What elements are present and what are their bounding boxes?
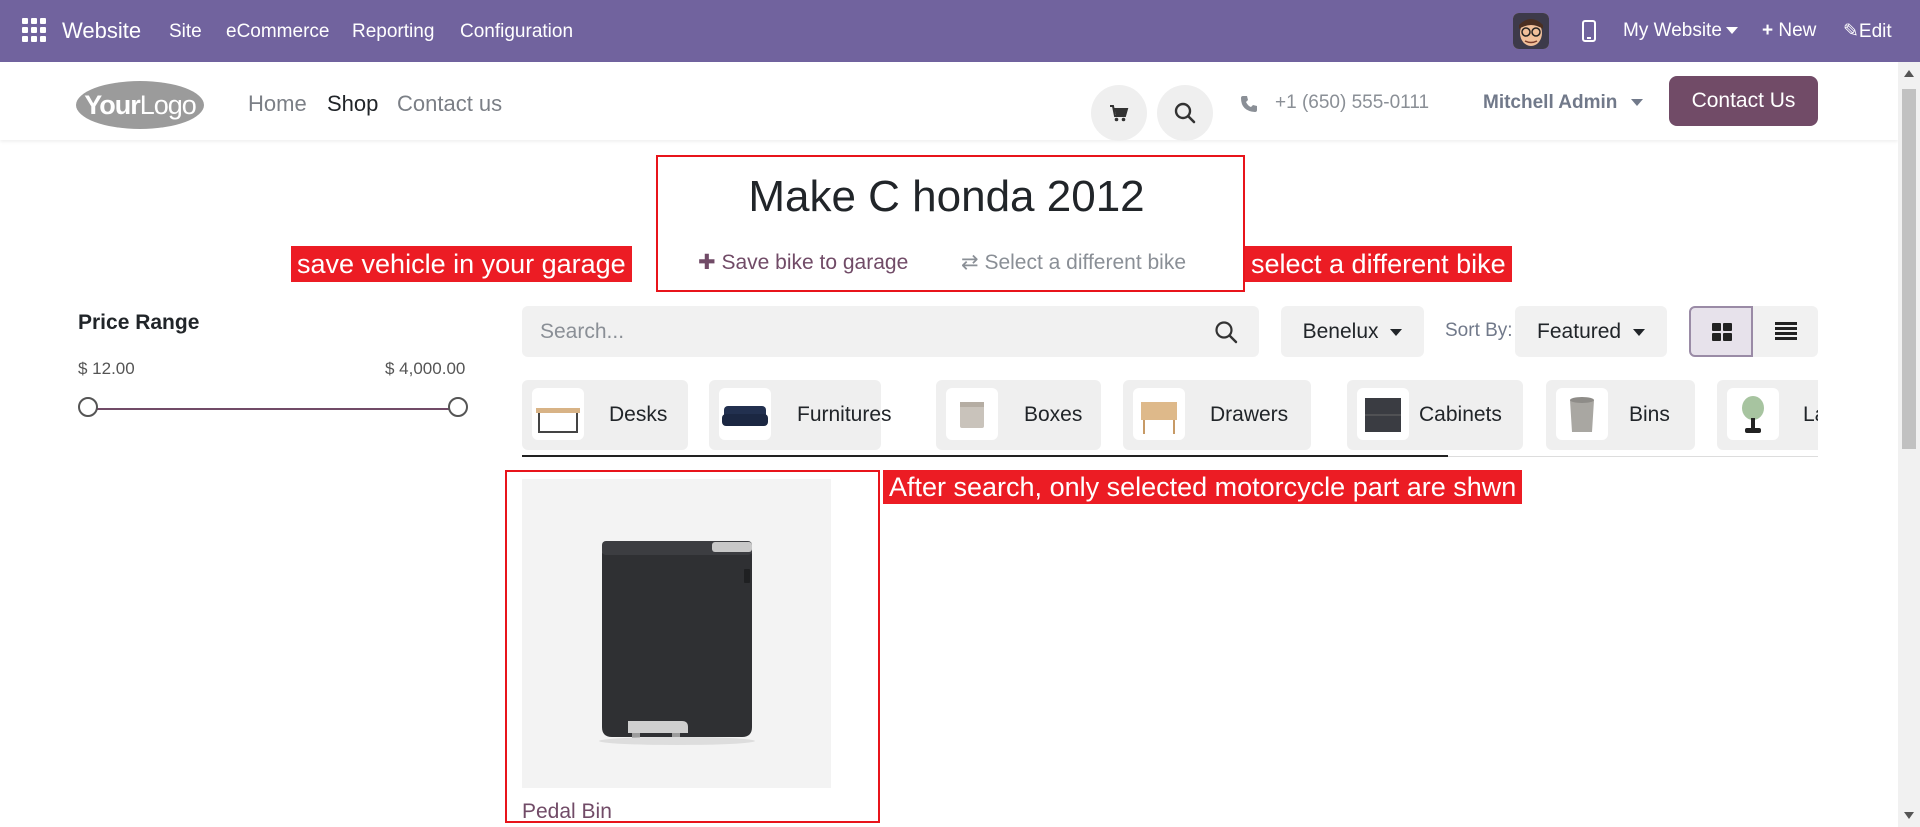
save-bike-button[interactable]: ✚ Save bike to garage: [698, 250, 908, 275]
menu-ecommerce[interactable]: eCommerce: [226, 21, 329, 43]
desk-thumbnail: [532, 388, 584, 440]
price-slider-track[interactable]: [88, 408, 458, 410]
category-label: Furnitures: [797, 403, 892, 426]
category-label: Desks: [609, 403, 668, 426]
pricelist-label: Benelux: [1302, 320, 1379, 343]
select-bike-label: Select a different bike: [984, 251, 1187, 274]
list-view-button[interactable]: [1753, 306, 1818, 357]
mobile-preview-icon[interactable]: [1582, 20, 1596, 48]
app-name[interactable]: Website: [62, 18, 141, 44]
category-cabinets[interactable]: Cabinets: [1347, 380, 1523, 450]
sort-value: Featured: [1537, 320, 1622, 343]
annotation-select: select a different bike: [1245, 246, 1512, 282]
list-icon: [1775, 322, 1797, 340]
plus-icon: +: [1762, 20, 1774, 41]
contact-us-button[interactable]: Contact Us: [1669, 76, 1818, 126]
nav-contact-us[interactable]: Contact us: [397, 91, 502, 117]
search-icon: [1174, 102, 1196, 124]
annotation-search-result: After search, only selected motorcycle p…: [883, 470, 1523, 504]
cart-button[interactable]: [1091, 85, 1147, 141]
chevron-down-icon: [1390, 328, 1403, 336]
user-menu[interactable]: Mitchell Admin: [1483, 92, 1643, 114]
category-boxes[interactable]: Boxes: [936, 380, 1101, 450]
vehicle-title: Make C honda 2012: [748, 172, 1145, 221]
site-header: YourLogo Home Shop Contact us +1 (650) 5…: [0, 62, 1898, 141]
phone-icon: [1241, 96, 1257, 112]
sort-dropdown[interactable]: Featured: [1515, 306, 1667, 357]
price-range-title: Price Range: [78, 311, 200, 334]
site-logo[interactable]: YourLogo: [76, 81, 204, 129]
bin-thumbnail: [1556, 388, 1608, 440]
category-label: Cabinets: [1419, 403, 1502, 426]
price-slider-max-handle[interactable]: [448, 397, 468, 417]
page-scrollbar[interactable]: [1898, 62, 1920, 827]
product-image-pedal-bin[interactable]: [522, 479, 831, 788]
search-toggle-button[interactable]: [1157, 85, 1213, 141]
nav-home[interactable]: Home: [248, 91, 307, 117]
chevron-down-icon: [1725, 27, 1738, 35]
category-lamps[interactable]: La: [1717, 380, 1818, 450]
user-avatar[interactable]: [1513, 13, 1549, 49]
search-input[interactable]: [538, 316, 1192, 348]
scroll-down-icon[interactable]: [1904, 812, 1914, 819]
nav-shop[interactable]: Shop: [327, 91, 378, 117]
category-label: Bins: [1629, 403, 1670, 426]
category-strip: Desks Furnitures Boxes Drawers Cabinets …: [522, 380, 1818, 456]
menu-site[interactable]: Site: [169, 21, 202, 43]
new-button[interactable]: + New: [1762, 20, 1816, 42]
lamp-thumbnail: [1727, 388, 1779, 440]
box-thumbnail: [946, 388, 998, 440]
pricelist-dropdown[interactable]: Benelux: [1281, 306, 1424, 357]
grid-icon: [1712, 323, 1732, 341]
category-label: Boxes: [1024, 403, 1083, 426]
cabinet-thumbnail: [1357, 388, 1409, 440]
chevron-down-icon: [1632, 328, 1645, 336]
category-label: La: [1803, 403, 1818, 426]
edit-label: Edit: [1858, 21, 1892, 42]
plus-icon: ✚: [698, 251, 716, 274]
price-max: $ 4,000.00: [385, 359, 466, 378]
category-label: Drawers: [1210, 403, 1289, 426]
category-desks[interactable]: Desks: [522, 380, 688, 450]
search-icon[interactable]: [1214, 320, 1238, 344]
logo-text-light: Logo: [139, 90, 197, 120]
edit-button[interactable]: ✎Edit: [1843, 20, 1892, 43]
pencil-icon: ✎: [1843, 21, 1859, 42]
category-furnitures[interactable]: Furnitures: [709, 380, 892, 450]
cart-icon: [1110, 105, 1129, 122]
logo-text-bold: Your: [84, 90, 140, 120]
menu-configuration[interactable]: Configuration: [460, 21, 573, 43]
retweet-icon: ⇄: [961, 251, 979, 274]
price-min: $ 12.00: [78, 359, 135, 378]
chevron-down-icon: [1630, 99, 1643, 107]
price-slider-min-handle[interactable]: [78, 397, 98, 417]
admin-navbar: Website Site eCommerce Reporting Configu…: [0, 0, 1920, 62]
phone-number[interactable]: +1 (650) 555-0111: [1275, 92, 1429, 114]
product-name[interactable]: Pedal Bin: [522, 800, 612, 824]
new-label: New: [1778, 20, 1817, 41]
website-selector[interactable]: My Website: [1623, 20, 1738, 42]
sofa-thumbnail: [719, 388, 771, 440]
product-search: [522, 306, 1259, 357]
grid-view-button[interactable]: [1689, 306, 1753, 357]
user-name: Mitchell Admin: [1483, 92, 1618, 113]
scroll-up-icon[interactable]: [1904, 70, 1914, 77]
drawer-thumbnail: [1133, 388, 1185, 440]
pedal-bin-image: [599, 541, 755, 745]
scrollbar-thumb[interactable]: [1902, 89, 1916, 449]
menu-reporting[interactable]: Reporting: [352, 21, 434, 43]
select-different-bike-button[interactable]: ⇄ Select a different bike: [961, 250, 1186, 275]
annotation-save: save vehicle in your garage: [291, 246, 632, 282]
category-bins[interactable]: Bins: [1546, 380, 1695, 450]
category-drawers[interactable]: Drawers: [1123, 380, 1311, 450]
sort-by-label: Sort By:: [1445, 320, 1513, 341]
apps-grid-icon[interactable]: [22, 18, 46, 42]
category-scroll-indicator: [522, 455, 1448, 457]
website-selector-label: My Website: [1623, 20, 1722, 41]
save-bike-label: Save bike to garage: [721, 251, 909, 274]
